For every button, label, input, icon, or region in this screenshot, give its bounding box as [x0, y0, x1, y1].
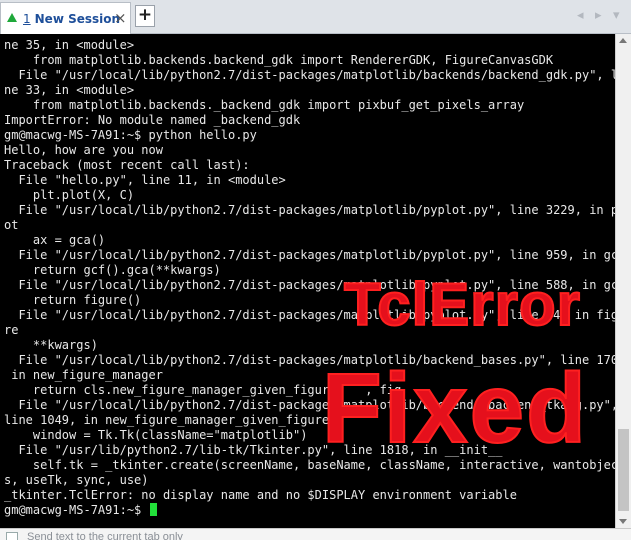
tab-list-menu-icon[interactable]: ▾ — [613, 8, 620, 24]
terminal-line: ne 33, in <module> — [4, 83, 135, 97]
terminal-line: File "hello.py", line 11, in <module> — [4, 173, 286, 187]
terminal-line: File "/usr/local/lib/python2.7/dist-pack… — [4, 248, 615, 262]
terminal-line: from matplotlib.backends.backend_gdk imp… — [4, 53, 554, 67]
tab-title: 1 New Session — [23, 12, 120, 26]
terminal-line: gm@macwg-MS-7A91:~$ python hello.py — [4, 128, 257, 142]
terminal-line: ImportError: No module named _backend_gd… — [4, 113, 301, 127]
terminal-line: Traceback (most recent call last): — [4, 158, 250, 172]
terminal-scrollbar[interactable] — [615, 34, 631, 528]
terminal-line: _tkinter.TclError: no display name and n… — [4, 488, 517, 502]
scroll-tabs-left-icon[interactable]: ◂ — [577, 8, 584, 24]
scroll-down-icon[interactable] — [619, 519, 627, 524]
terminal-line: from matplotlib.backends._backend_gdk im… — [4, 98, 525, 112]
scroll-tabs-right-icon[interactable]: ▸ — [595, 8, 602, 24]
tab-new-session[interactable]: 1 New Session × — [0, 2, 131, 34]
terminal-line: File "/usr/local/lib/python2.7/dist-pack… — [4, 203, 615, 217]
new-tab-button[interactable]: + — [135, 5, 155, 27]
send-text-bar: Send text to the current tab only — [0, 528, 631, 540]
overlay-title-tclerror: TclError — [343, 270, 581, 339]
terminal-line: File "/usr/local/lib/python2.7/dist-pack… — [4, 68, 615, 82]
tab-number: 1 — [23, 12, 31, 26]
terminal-line: s, useTk, sync, use) — [4, 473, 149, 487]
session-status-icon — [7, 13, 17, 22]
terminal-line: ot — [4, 218, 19, 232]
terminal-cursor — [149, 503, 157, 516]
terminal-line: ne 35, in <module> — [4, 38, 135, 52]
terminal-line: **kwargs) — [4, 338, 98, 352]
close-tab-icon[interactable]: × — [114, 9, 127, 27]
terminal-line: plt.plot(X, C) — [4, 188, 135, 202]
overlay-title-fixed: Fixed — [321, 352, 588, 464]
scroll-up-icon[interactable] — [619, 38, 627, 43]
terminal-prompt-line: gm@macwg-MS-7A91:~$ — [4, 503, 615, 518]
terminal-line: Hello, how are you now — [4, 143, 163, 157]
tab-bar: 1 New Session × + ◂ ▸ ▾ — [0, 0, 631, 34]
scrollbar-thumb[interactable] — [618, 429, 629, 511]
tab-label: New Session — [34, 12, 121, 26]
shell-prompt: gm@macwg-MS-7A91:~$ — [4, 503, 149, 517]
terminal-line: ax = gca() — [4, 233, 106, 247]
